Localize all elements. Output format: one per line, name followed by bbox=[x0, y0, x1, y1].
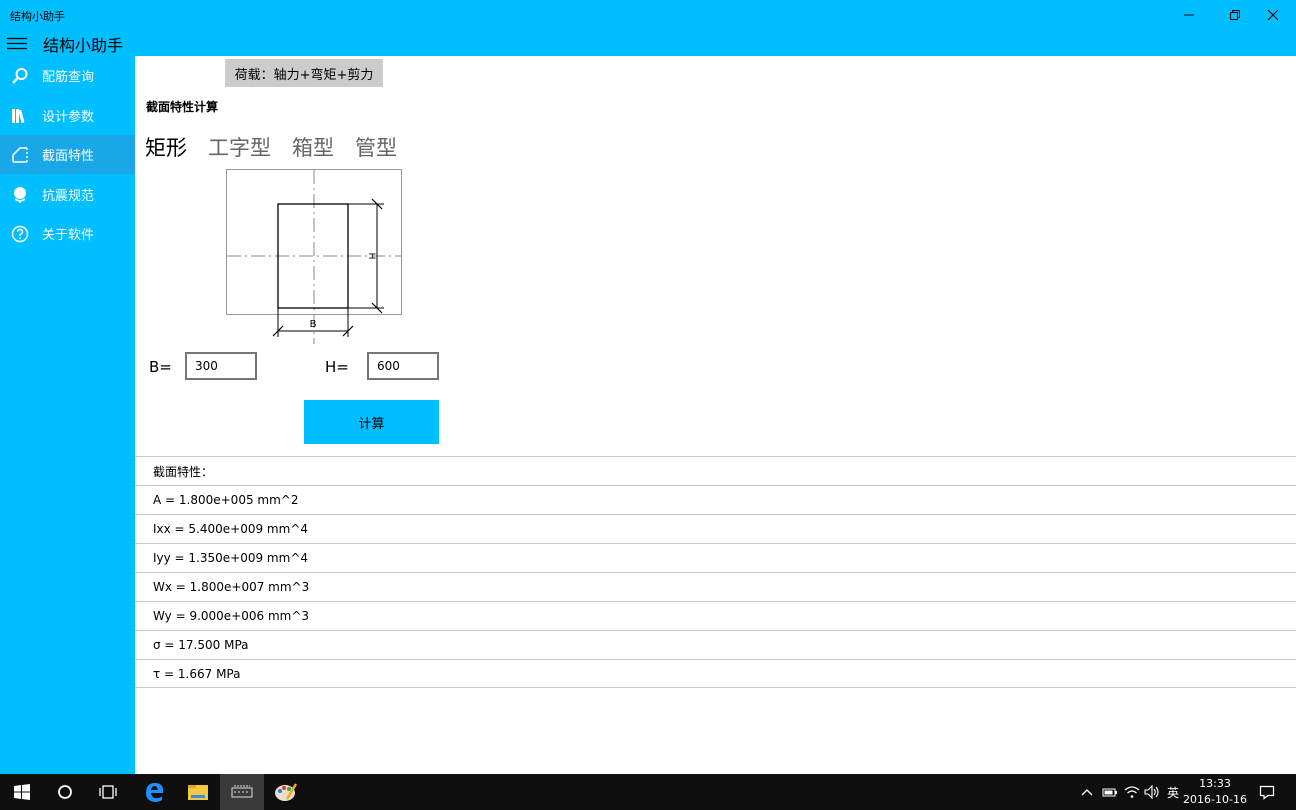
sidebar-item-rebar-query[interactable]: 配筋查询 bbox=[0, 56, 135, 95]
app-window: 结构小助手 结构小助手 配筋查询 设计参数 截面特性 抗震规范 关于软件 荷载：… bbox=[0, 0, 1296, 810]
height-dimension-label: H bbox=[366, 253, 376, 260]
chevron-up-icon bbox=[1081, 789, 1093, 796]
b-input[interactable] bbox=[185, 352, 257, 380]
app-name: 结构小助手 bbox=[43, 36, 124, 55]
edge-button[interactable] bbox=[132, 774, 176, 810]
close-button[interactable] bbox=[1250, 0, 1296, 30]
battery-indicator[interactable] bbox=[1100, 774, 1120, 810]
structure-app-icon bbox=[231, 785, 253, 798]
books-icon bbox=[11, 107, 29, 125]
result-row-wx: Wx = 1.800e+007 mm^3 bbox=[135, 572, 1296, 601]
sidebar-item-design-params[interactable]: 设计参数 bbox=[0, 96, 135, 135]
sidebar-item-seismic-code[interactable]: 抗震规范 bbox=[0, 175, 135, 214]
restore-icon bbox=[1230, 10, 1240, 20]
windows-start-icon bbox=[14, 784, 30, 800]
notification-icon bbox=[1259, 785, 1275, 800]
results-header: 截面特性： bbox=[135, 456, 1296, 485]
tab-i-beam[interactable]: 工字型 bbox=[208, 132, 271, 162]
section-diagram: H B bbox=[226, 169, 402, 344]
tab-pipe[interactable]: 管型 bbox=[355, 132, 397, 162]
sidebar-item-label: 截面特性 bbox=[42, 149, 95, 164]
section-icon bbox=[11, 146, 29, 164]
sidebar-item-label: 关于软件 bbox=[42, 228, 95, 243]
window-title: 结构小助手 bbox=[10, 10, 65, 23]
file-explorer-icon bbox=[188, 785, 208, 800]
section-title: 截面特性计算 bbox=[146, 100, 219, 114]
task-view-button[interactable] bbox=[86, 774, 130, 810]
calculate-button[interactable]: 计算 bbox=[304, 400, 439, 444]
load-type-tag: 荷载：轴力+弯矩+剪力 bbox=[225, 59, 383, 87]
h-input[interactable] bbox=[367, 352, 439, 380]
task-view-icon bbox=[99, 785, 117, 799]
clock-time: 13:33 bbox=[1199, 777, 1231, 790]
sidebar-item-section-properties[interactable]: 截面特性 bbox=[0, 135, 135, 174]
minimize-button[interactable] bbox=[1166, 0, 1212, 30]
result-row-area: A = 1.800e+005 mm^2 bbox=[135, 485, 1296, 514]
results-list: 截面特性： A = 1.800e+005 mm^2 Ixx = 5.400e+0… bbox=[135, 456, 1296, 688]
main-content: 荷载：轴力+弯矩+剪力 截面特性计算 矩形 工字型 箱型 管型 H B B= 3… bbox=[135, 56, 1296, 774]
result-row-wy: Wy = 9.000e+006 mm^3 bbox=[135, 601, 1296, 630]
cortana-button[interactable] bbox=[43, 774, 87, 810]
file-explorer-button[interactable] bbox=[176, 774, 220, 810]
sidebar: 配筋查询 设计参数 截面特性 抗震规范 关于软件 bbox=[0, 56, 135, 774]
battery-icon bbox=[1102, 788, 1117, 797]
result-row-ixx: Ixx = 5.400e+009 mm^4 bbox=[135, 514, 1296, 543]
sidebar-item-label: 抗震规范 bbox=[42, 189, 95, 204]
volume-control[interactable] bbox=[1142, 774, 1162, 810]
h-input-label: H= bbox=[325, 358, 349, 376]
action-center-button[interactable] bbox=[1256, 774, 1278, 810]
wifi-icon bbox=[1124, 786, 1140, 798]
cortana-icon bbox=[58, 785, 72, 799]
result-row-sigma: σ = 17.500 MPa bbox=[135, 630, 1296, 659]
hamburger-icon bbox=[7, 37, 27, 50]
wifi-indicator[interactable] bbox=[1122, 774, 1142, 810]
tab-box[interactable]: 箱型 bbox=[292, 132, 334, 162]
result-row-iyy: Iyy = 1.350e+009 mm^4 bbox=[135, 543, 1296, 572]
structure-app-button[interactable] bbox=[220, 774, 264, 810]
edge-icon bbox=[146, 783, 164, 802]
paint-button[interactable] bbox=[264, 774, 308, 810]
clock-date: 2016-10-16 bbox=[1183, 793, 1247, 806]
b-input-label: B= bbox=[149, 358, 172, 376]
minimize-icon bbox=[1184, 14, 1194, 16]
system-clock[interactable]: 13:33 2016-10-16 bbox=[1180, 776, 1250, 808]
result-row-tau: τ = 1.667 MPa bbox=[135, 659, 1296, 688]
title-bar: 结构小助手 bbox=[0, 0, 1296, 30]
sidebar-item-about[interactable]: 关于软件 bbox=[0, 214, 135, 253]
globe-icon bbox=[11, 186, 29, 204]
sidebar-item-label: 配筋查询 bbox=[42, 70, 95, 85]
volume-icon bbox=[1144, 785, 1159, 799]
start-button[interactable] bbox=[0, 774, 44, 810]
paint-icon bbox=[275, 783, 298, 801]
close-icon bbox=[1267, 9, 1279, 21]
sidebar-item-label: 设计参数 bbox=[42, 110, 95, 125]
tray-chevron[interactable] bbox=[1078, 774, 1096, 810]
section-type-tabs: 矩形 工字型 箱型 管型 bbox=[145, 132, 418, 162]
hamburger-menu-button[interactable] bbox=[6, 34, 28, 52]
help-icon bbox=[11, 225, 29, 243]
taskbar: 英 13:33 2016-10-16 bbox=[0, 774, 1296, 810]
tab-rectangle[interactable]: 矩形 bbox=[145, 132, 187, 162]
search-icon bbox=[11, 67, 29, 85]
width-dimension-label: B bbox=[310, 319, 317, 330]
